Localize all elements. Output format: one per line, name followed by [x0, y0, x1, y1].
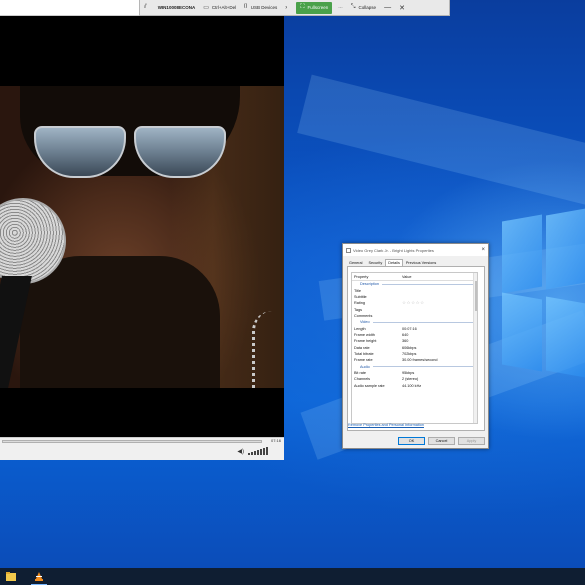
property-name: Data rate: [354, 345, 370, 350]
property-value: 360: [402, 339, 409, 344]
host-name: WIN10008ECONA: [157, 5, 196, 10]
pin-button[interactable]: ⫽: [140, 0, 154, 15]
grid-header: Property Value: [352, 273, 477, 281]
property-value: 00:07:16: [402, 326, 417, 331]
property-value: 30.00 frames/second: [402, 358, 438, 363]
usb-icon: ⌷: [244, 4, 248, 10]
grid-scrollbar[interactable]: [473, 273, 477, 423]
pin-icon: ⫽: [144, 4, 147, 10]
tab-details[interactable]: Details: [385, 259, 403, 266]
dialog-titlebar: Video Grey Clark Jr. - Bright Lights Pro…: [343, 244, 488, 256]
property-row[interactable]: Audio sample rate 44.100 kHz: [352, 382, 477, 388]
file-explorer-icon[interactable]: [6, 572, 16, 581]
property-value: 640: [402, 332, 409, 337]
property-value: 44.100 kHz: [402, 383, 422, 388]
property-name: Length: [354, 326, 366, 331]
fullscreen-button[interactable]: ⛶ Fullscreen: [296, 1, 333, 14]
dialog-tabs: General Security Details Previous Versio…: [343, 256, 488, 266]
player-controls: 07:16 ◀): [0, 437, 284, 460]
properties-grid: Property Value Description Title Subtitle…: [351, 272, 478, 424]
windows-logo-graphic: [498, 208, 585, 378]
property-name: Total bitrate: [354, 351, 374, 356]
fullscreen-icon: ⛶: [300, 4, 305, 10]
dialog-buttons: OK Cancel Apply: [398, 437, 485, 445]
total-time: 07:16: [270, 438, 281, 443]
usb-devices-label: USB Devices: [250, 5, 278, 10]
tab-previous-versions[interactable]: Previous Versions: [403, 259, 439, 266]
collapse-label: Collapse: [358, 5, 377, 10]
file-icon: [346, 247, 351, 253]
property-name: Subtitle: [354, 294, 367, 299]
ctrl-alt-del-label: Ctrl+Alt+Del: [211, 5, 237, 10]
property-name: Tags: [354, 307, 363, 312]
property-name: Frame rate: [354, 358, 373, 363]
minimize-button[interactable]: —: [380, 4, 395, 11]
vlc-icon[interactable]: [34, 572, 44, 581]
property-value: 95kbps: [402, 370, 415, 375]
property-name: Rating: [354, 301, 365, 306]
cancel-button[interactable]: Cancel: [428, 437, 455, 445]
video-frame[interactable]: [0, 86, 284, 388]
seek-bar[interactable]: [2, 440, 262, 443]
close-button[interactable]: ✕: [395, 4, 409, 12]
property-value: 606kbps: [402, 345, 417, 350]
remote-connection-bar: ⫽ WIN10008ECONA ▭ Ctrl+Alt+Del ⌷ USB Dev…: [139, 0, 450, 16]
ok-button[interactable]: OK: [398, 437, 425, 445]
property-name: Channels: [354, 377, 371, 382]
column-value[interactable]: Value: [400, 275, 477, 279]
keyboard-icon: ▭: [203, 5, 209, 11]
tab-security[interactable]: Security: [366, 259, 386, 266]
tab-general[interactable]: General: [346, 259, 366, 266]
property-name: Bit rate: [354, 370, 367, 375]
remove-properties-link[interactable]: Remove Properties and Personal Informati…: [348, 423, 424, 427]
light-beam: [297, 74, 585, 206]
property-name: Frame height: [354, 339, 377, 344]
fullscreen-label: Fullscreen: [307, 5, 329, 10]
details-panel: Property Value Description Title Subtitle…: [347, 266, 485, 431]
property-value: 702kbps: [402, 351, 417, 356]
property-name: Title: [354, 288, 362, 293]
collapse-button[interactable]: ⤡ Collapse: [347, 0, 380, 15]
property-value: 2 (stereo): [402, 377, 419, 382]
taskbar: [0, 568, 585, 585]
volume-slider[interactable]: [248, 447, 274, 455]
property-name: Frame width: [354, 332, 375, 337]
address-strip: [0, 0, 139, 16]
ctrl-alt-del-button[interactable]: ▭ Ctrl+Alt+Del: [199, 0, 240, 15]
usb-devices-button[interactable]: ⌷ USB Devices: [240, 0, 281, 15]
chevron-right-icon[interactable]: ›: [281, 0, 294, 15]
dialog-title: Video Grey Clark Jr. - Bright Lights Pro…: [353, 247, 434, 253]
apply-button[interactable]: Apply: [458, 437, 485, 445]
properties-dialog: Video Grey Clark Jr. - Bright Lights Pro…: [342, 243, 489, 449]
video-player-window: 07:16 ◀): [0, 16, 284, 460]
property-value: ☆☆☆☆☆: [402, 300, 425, 306]
more-button[interactable]: ···: [334, 0, 347, 15]
property-name: Comments: [354, 313, 373, 318]
property-name: Audio sample rate: [354, 383, 385, 388]
speaker-icon[interactable]: ◀): [237, 448, 244, 455]
column-property[interactable]: Property: [352, 275, 400, 279]
collapse-icon: ⤡: [350, 4, 356, 10]
close-icon[interactable]: ×: [481, 247, 485, 253]
